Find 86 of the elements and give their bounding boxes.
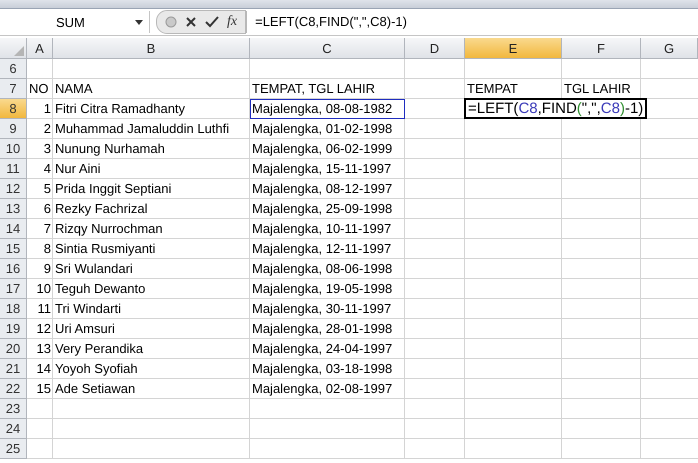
row-header[interactable]: 15: [0, 239, 27, 259]
row-header[interactable]: 17: [0, 279, 27, 299]
row-header[interactable]: 25: [0, 439, 27, 459]
table-cell-text: Rezky Fachrizal: [54, 200, 148, 218]
row-header[interactable]: 22: [0, 379, 27, 399]
table-cell-text: 8: [42, 240, 52, 258]
table-cell-text: Majalengka, 15-11-1997: [251, 160, 392, 178]
table-cell-text: Tri Windarti: [54, 300, 122, 318]
row-header[interactable]: 11: [0, 159, 27, 179]
cell-editor-field[interactable]: =LEFT(C8,FIND(",",C8)-1): [464, 98, 648, 119]
formula-field[interactable]: =LEFT(C8,FIND(",",C8)-1): [246, 11, 698, 33]
row-header[interactable]: 24: [0, 419, 27, 439]
table-cell-text: NO: [28, 80, 50, 98]
dropdown-arrow-icon[interactable]: [135, 20, 143, 24]
row-header[interactable]: 6: [0, 59, 27, 79]
table-cell-text: 12: [36, 320, 52, 338]
insert-function-button[interactable]: fx: [227, 14, 238, 30]
table-cell: Majalengka, 08-08-1982: [250, 99, 405, 119]
table-cell-text: Majalengka, 01-02-1998: [251, 120, 394, 138]
table-cell-text: 6: [42, 200, 52, 218]
row-header[interactable]: 14: [0, 219, 27, 239]
table-cell-text: NAMA: [54, 80, 94, 98]
table-cell-text: Nur Aini: [54, 160, 102, 178]
corner-triangle-icon: [14, 46, 24, 56]
column-header[interactable]: A: [27, 38, 53, 59]
row-header[interactable]: 8: [0, 99, 27, 119]
table-cell-text: Prida Inggit Septiani: [54, 180, 172, 198]
table-cell-text: 14: [36, 360, 52, 378]
row-header[interactable]: 19: [0, 319, 27, 339]
column-header[interactable]: G: [641, 38, 698, 59]
table-cell-text: Majalengka, 25-09-1998: [251, 200, 394, 218]
table-cell-text: 15: [36, 380, 52, 398]
table-cell-text: Uri Amsuri: [54, 320, 116, 338]
table-cell-text: 1: [42, 100, 52, 118]
table-cell-text: Majalengka, 10-11-1997: [251, 220, 392, 238]
row-header[interactable]: 12: [0, 179, 27, 199]
column-header[interactable]: B: [53, 38, 250, 59]
row-header[interactable]: 10: [0, 139, 27, 159]
table-cell-text: Majalengka, 30-11-1997: [251, 300, 392, 318]
table-cell-text: TEMPAT, TGL LAHIR: [251, 80, 376, 98]
table-cell-text: TGL LAHIR: [563, 80, 632, 98]
row-header[interactable]: 16: [0, 259, 27, 279]
checkmark-icon[interactable]: [205, 16, 219, 28]
row-header[interactable]: 9: [0, 119, 27, 139]
table-cell-text: Majalengka, 19-05-1998: [251, 280, 394, 298]
table-cell-text: TEMPAT: [466, 80, 519, 98]
table-cell-text: Very Perandika: [54, 340, 144, 358]
table-cell-text: Teguh Dewanto: [54, 280, 146, 298]
table-cell-text: Majalengka, 02-08-1997: [251, 380, 394, 398]
grip-icon: [165, 16, 177, 28]
table-cell-text: Majalengka, 28-01-1998: [251, 320, 394, 338]
column-header[interactable]: D: [405, 38, 465, 59]
table-cell-text: Majalengka, 06-02-1999: [251, 140, 394, 158]
column-header[interactable]: E: [465, 38, 562, 59]
table-cell-text: Yoyoh Syofiah: [54, 360, 139, 378]
table-cell-text: Majalengka, 12-11-1997: [251, 240, 392, 258]
table-cell-text: Ade Setiawan: [54, 380, 136, 398]
column-header[interactable]: F: [562, 38, 641, 59]
table-cell-text: 9: [42, 260, 52, 278]
row-header[interactable]: 21: [0, 359, 27, 379]
table-cell-text: 10: [36, 280, 52, 298]
table-cell-text: 13: [36, 340, 52, 358]
row-header[interactable]: 23: [0, 399, 27, 419]
table-cell-text: Rizqy Nurrochman: [54, 220, 164, 238]
table-cell-text: 7: [42, 220, 52, 238]
column-header[interactable]: C: [250, 38, 405, 59]
table-cell-text: Majalengka, 03-18-1998: [251, 360, 394, 378]
row-header[interactable]: 20: [0, 339, 27, 359]
name-box[interactable]: SUM: [0, 11, 150, 33]
table-cell-text: Sri Wulandari: [54, 260, 134, 278]
table-cell-text: Muhammad Jamaluddin Luthfi: [54, 120, 230, 138]
table-cell-text: Majalengka, 08-12-1997: [251, 180, 394, 198]
close-icon[interactable]: [185, 16, 197, 28]
row-header[interactable]: 18: [0, 299, 27, 319]
row-header[interactable]: 7: [0, 79, 27, 99]
table-cell-text: Majalengka, 08-06-1998: [251, 260, 394, 278]
table-cell-text: Fitri Citra Ramadhanty: [54, 100, 186, 118]
row-header[interactable]: 13: [0, 199, 27, 219]
table-cell-text: 5: [42, 180, 52, 198]
table-cell-text: 2: [42, 120, 52, 138]
table-cell-text: Majalengka, 24-04-1997: [251, 340, 394, 358]
table-cell-text: 11: [36, 300, 52, 318]
table-cell-text: 4: [42, 160, 52, 178]
table-cell-text: Sintia Rusmiyanti: [54, 240, 156, 258]
table-cell-text: Nunung Nurhamah: [54, 140, 166, 158]
table-cell-text: 3: [42, 140, 52, 158]
